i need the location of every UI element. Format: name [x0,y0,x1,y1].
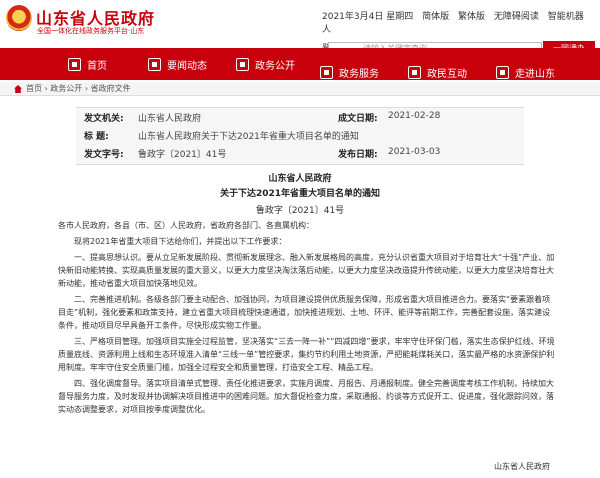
service-icon [320,66,333,79]
site-subtitle: 全国一体化在线政务服务平台·山东 [37,27,145,35]
nav-label: 政民互动 [427,69,467,80]
nav-label: 要闻动态 [167,61,207,72]
doc-number: 鲁政字〔2021〕41号 [255,206,345,216]
title-label: 标 题: [84,132,109,142]
home-icon [68,58,81,71]
main-nav: 首页 要闻动态 政务公开 政务服务 政民互动 走进山东 [0,48,600,80]
number-value: 鲁政字〔2021〕41号 [138,150,227,160]
nav-label: 首页 [87,61,107,72]
pub-date-label: 发布日期: [338,150,378,160]
nav-interaction[interactable]: 政民互动 [408,65,467,80]
number-label: 发文字号: [84,150,124,160]
news-icon [148,58,161,71]
nav-gov-open[interactable]: 政务公开 [236,57,295,72]
doc-paragraph-1: 一、提高思想认识。要从立足新发展阶段、贯彻新发展理念、融入新发展格局的高度，充分… [58,253,555,288]
accessibility-link[interactable]: 无障碍阅读 [494,12,539,22]
nav-label: 政务服务 [339,69,379,80]
breadcrumb-text[interactable]: 首页 › 政务公开 › 省政府文件 [26,84,131,93]
traditional-link[interactable]: 繁体版 [458,12,485,22]
document-icon [236,58,249,71]
doc-paragraph-3: 三、严格项目管理。加强项目实施全过程监管，坚决落实“三去一降一补”“四减四增”要… [58,337,555,372]
breadcrumb: 首页 › 政务公开 › 省政府文件 [0,82,600,96]
national-emblem-icon [6,5,32,31]
date-label: 成文日期: [338,114,378,124]
issuer-label: 发文机关: [84,114,124,124]
nav-gov-service[interactable]: 政务服务 [320,65,379,80]
simplified-link[interactable]: 简体版 [422,12,449,22]
title-value: 山东省人民政府关于下达2021年省重大项目名单的通知 [138,132,359,142]
doc-paragraph-2: 二、完善推进机制。各级各部门要主动配合、加强协同，为项目建设提供优质服务保障，形… [58,295,551,330]
doc-paragraph-4: 四、强化调度督导。落实项目清单式管理、责任化推进要求，实施月调度、月报告、月通报… [58,379,554,414]
document-info-table: 发文机关: 山东省人民政府 成文日期: 2021-02-28 标 题: 山东省人… [76,107,524,165]
doc-signature: 山东省人民政府 [494,462,550,471]
issuer-value: 山东省人民政府 [138,114,202,124]
pub-date-value: 2021-03-03 [388,147,441,157]
date-text: 2021年3月4日 星期四 [322,12,414,22]
doc-title: 关于下达2021年省重大项目名单的通知 [219,189,381,199]
doc-salutation: 各市人民政府，各县（市、区）人民政府，省政府各部门、各直属机构： [58,221,314,230]
site-header: 山东省人民政府 全国一体化在线政务服务平台·山东 2021年3月4日 星期四 简… [0,0,600,54]
nav-label: 政务公开 [255,61,295,72]
doc-intro: 现将2021年省重大项目下达给你们，并提出以下工作要求： [74,237,287,246]
doc-body: 各市人民政府，各县（市、区）人民政府，省政府各部门、各直属机构： 现将2021年… [58,219,558,419]
home-icon [14,85,22,93]
nav-home[interactable]: 首页 [68,57,107,72]
interaction-icon [408,66,421,79]
landmark-icon [496,66,509,79]
nav-label: 走进山东 [515,69,555,80]
nav-shandong[interactable]: 走进山东 [496,65,555,80]
date-value: 2021-02-28 [388,111,441,121]
nav-news[interactable]: 要闻动态 [148,57,207,72]
doc-issuer: 山东省人民政府 [268,174,332,184]
